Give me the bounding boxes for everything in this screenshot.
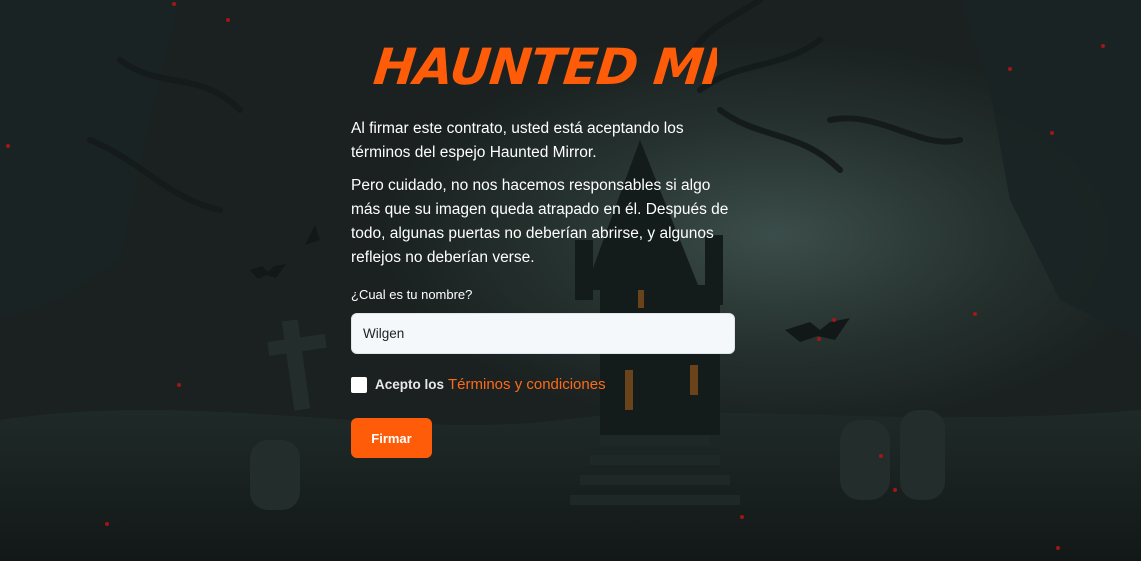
sign-button[interactable]: Firmar <box>351 418 432 458</box>
terms-row: Acepto los Términos y condiciones <box>351 376 606 393</box>
name-input[interactable] <box>351 313 735 354</box>
contract-intro-text: Al firmar este contrato, usted está acep… <box>351 120 684 161</box>
name-field-label: ¿Cual es tu nombre? <box>351 287 473 302</box>
contract-warning-text: Pero cuidado, no nos hacemos responsable… <box>351 177 729 266</box>
page: HAUNTED MIRROR Al firmar este contrato, … <box>0 0 1141 561</box>
terms-checkbox[interactable] <box>351 376 367 393</box>
svg-text:HAUNTED MIRROR: HAUNTED MIRROR <box>372 37 717 96</box>
accept-label: Acepto los <box>375 377 445 392</box>
haunted-mirror-logo: HAUNTED MIRROR <box>372 37 717 96</box>
terms-and-conditions-link[interactable]: Términos y condiciones <box>448 376 606 393</box>
